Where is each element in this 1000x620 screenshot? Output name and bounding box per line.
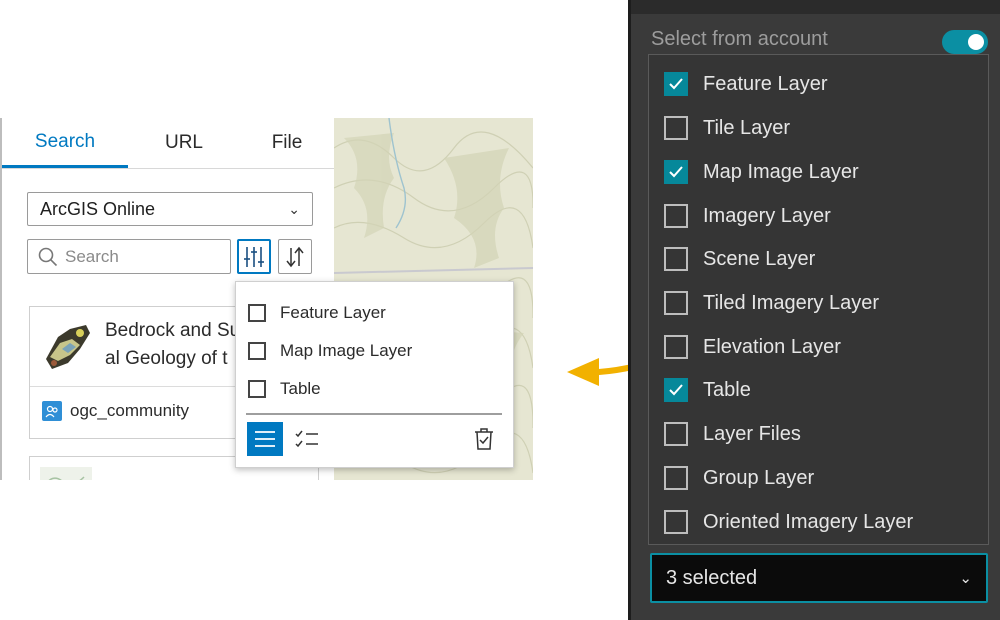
checkbox[interactable] — [664, 116, 688, 140]
tab-url[interactable]: URL — [128, 118, 240, 168]
search-icon — [38, 247, 58, 266]
layer-type-select[interactable]: 3 selected ⌄ — [650, 553, 988, 603]
popover-option-label: Table — [280, 379, 321, 398]
filter-button[interactable] — [237, 239, 271, 274]
checklist-button[interactable] — [289, 422, 325, 456]
list-view-button[interactable] — [247, 422, 283, 456]
layer-option-tile-layer[interactable]: Tile Layer — [664, 113, 790, 143]
layer-type-list: Feature Layer Tile Layer Map Image Layer… — [648, 54, 989, 545]
checkbox[interactable] — [664, 291, 688, 315]
layer-option-label: Elevation Layer — [703, 335, 841, 358]
tab-file[interactable]: File — [240, 118, 334, 168]
layer-option-label: Tiled Imagery Layer — [703, 291, 879, 314]
check-icon — [669, 384, 683, 396]
checkbox[interactable] — [248, 342, 266, 360]
sort-icon — [286, 246, 304, 267]
layer-option-group-layer[interactable]: Group Layer — [664, 463, 814, 493]
layer-option-label: Group Layer — [703, 466, 815, 489]
panel-top-bar — [631, 0, 1000, 14]
list-icon — [255, 431, 275, 447]
layer-option-label: Scene Layer — [703, 247, 816, 270]
map-thumbnail — [40, 467, 92, 480]
filter-sliders-icon — [244, 246, 264, 267]
layer-option-layer-files[interactable]: Layer Files — [664, 419, 801, 449]
filter-popover: Feature Layer Map Image Layer Table — [235, 281, 514, 468]
checkbox[interactable] — [664, 335, 688, 359]
owner-name: ogc_community — [70, 401, 190, 420]
checkbox[interactable] — [664, 204, 688, 228]
popover-option-label: Feature Layer — [280, 303, 386, 322]
checkbox-checked[interactable] — [664, 378, 688, 402]
source-dropdown[interactable]: ArcGIS Online ⌄ — [27, 192, 313, 226]
checkbox[interactable] — [664, 247, 688, 271]
trash-check-icon — [475, 428, 493, 450]
layer-option-tiled-imagery-layer[interactable]: Tiled Imagery Layer — [664, 288, 879, 318]
sort-button[interactable] — [278, 239, 312, 274]
checkbox[interactable] — [664, 422, 688, 446]
toggle-knob — [968, 34, 984, 50]
group-icon — [42, 401, 62, 421]
chevron-down-icon: ⌄ — [959, 570, 972, 587]
select-from-account-toggle[interactable] — [942, 30, 988, 54]
layer-option-label: Imagery Layer — [703, 204, 831, 227]
layer-option-elevation-layer[interactable]: Elevation Layer — [664, 332, 841, 362]
layer-option-label: Table — [703, 378, 751, 401]
layer-option-imagery-layer[interactable]: Imagery Layer — [664, 201, 831, 231]
select-from-account-label: Select from account — [651, 28, 828, 50]
tab-search[interactable]: Search — [2, 118, 128, 168]
layer-option-table[interactable]: Table — [664, 375, 751, 405]
search-placeholder: Search — [65, 246, 119, 266]
selected-count: 3 selected — [666, 566, 758, 589]
checkbox[interactable] — [248, 304, 266, 322]
popover-divider — [246, 413, 502, 415]
checkbox-checked[interactable] — [664, 72, 688, 96]
layer-option-label: Tile Layer — [703, 116, 791, 139]
layer-option-label: Feature Layer — [703, 72, 828, 95]
search-input[interactable]: Search — [27, 239, 231, 274]
checklist-icon — [295, 430, 318, 448]
checkbox[interactable] — [664, 466, 688, 490]
tab-bar: Search URL File — [2, 118, 334, 169]
check-icon — [669, 166, 683, 178]
clear-selection-button[interactable] — [466, 422, 502, 456]
popover-option-table[interactable]: Table — [248, 377, 321, 401]
source-dropdown-value: ArcGIS Online — [40, 198, 156, 219]
checkbox[interactable] — [664, 510, 688, 534]
popover-option-label: Map Image Layer — [280, 341, 413, 360]
layer-option-scene-layer[interactable]: Scene Layer — [664, 244, 815, 274]
layer-option-label: Oriented Imagery Layer — [703, 510, 914, 533]
result-owner: ogc_community — [42, 401, 189, 421]
chevron-down-icon: ⌄ — [288, 200, 300, 217]
layer-option-map-image-layer[interactable]: Map Image Layer — [664, 157, 859, 187]
popover-option-feature-layer[interactable]: Feature Layer — [248, 301, 386, 325]
layer-option-label: Map Image Layer — [703, 160, 859, 183]
checkbox-checked[interactable] — [664, 160, 688, 184]
layer-option-label: Layer Files — [703, 422, 801, 445]
layer-option-oriented-imagery-layer[interactable]: Oriented Imagery Layer — [664, 507, 913, 537]
popover-option-map-image-layer[interactable]: Map Image Layer — [248, 339, 412, 363]
checkbox[interactable] — [248, 380, 266, 398]
map-thumbnail — [40, 319, 96, 374]
account-filter-panel: Select from account Feature Layer Tile L… — [628, 0, 1000, 620]
layer-option-feature-layer[interactable]: Feature Layer — [664, 69, 828, 99]
check-icon — [669, 78, 683, 90]
